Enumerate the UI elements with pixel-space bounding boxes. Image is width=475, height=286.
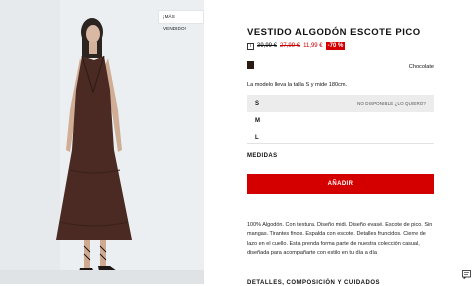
size-selector: S NO DISPONIBLE ¿LO QUIERO? M L (247, 95, 434, 146)
size-label: M (255, 117, 260, 124)
add-to-cart-button[interactable]: AÑADIR (247, 174, 434, 194)
price-row: i 39,99 € 27,99 € 11,99 € -70 % (247, 41, 346, 51)
divider (247, 143, 434, 144)
product-image[interactable]: ¡MÁS VENDIDO! (0, 0, 204, 284)
product-title: VESTIDO ALGODÓN ESCOTE PICO (247, 27, 421, 38)
price-info-icon[interactable]: i (247, 42, 254, 50)
price-current: 11,99 € (303, 43, 323, 49)
color-name: Chocolate (408, 64, 434, 70)
details-section-heading[interactable]: DETALLES, COMPOSICIÓN Y CUIDADOS (247, 280, 380, 286)
size-label: S (255, 100, 260, 107)
model-size-note: La modelo lleva la talla S y mide 180cm. (247, 82, 348, 88)
color-swatch[interactable] (247, 61, 254, 69)
product-description: 100% Algodón. Con textura. Diseño midi. … (247, 222, 433, 257)
chat-icon[interactable] (462, 270, 471, 279)
discount-badge: -70 % (325, 42, 346, 50)
bestseller-badge: ¡MÁS VENDIDO! (158, 10, 204, 31)
model-photo-illustration (0, 0, 204, 284)
measures-link[interactable]: MEDIDAS (247, 153, 277, 159)
size-label: L (255, 134, 259, 141)
size-availability[interactable]: NO DISPONIBLE ¿LO QUIERO? (357, 101, 426, 106)
price-original: 39,99 € (257, 43, 278, 49)
size-option-s[interactable]: S NO DISPONIBLE ¿LO QUIERO? (247, 95, 434, 112)
price-previous: 27,99 € (280, 43, 301, 49)
size-option-m[interactable]: M (247, 112, 434, 129)
